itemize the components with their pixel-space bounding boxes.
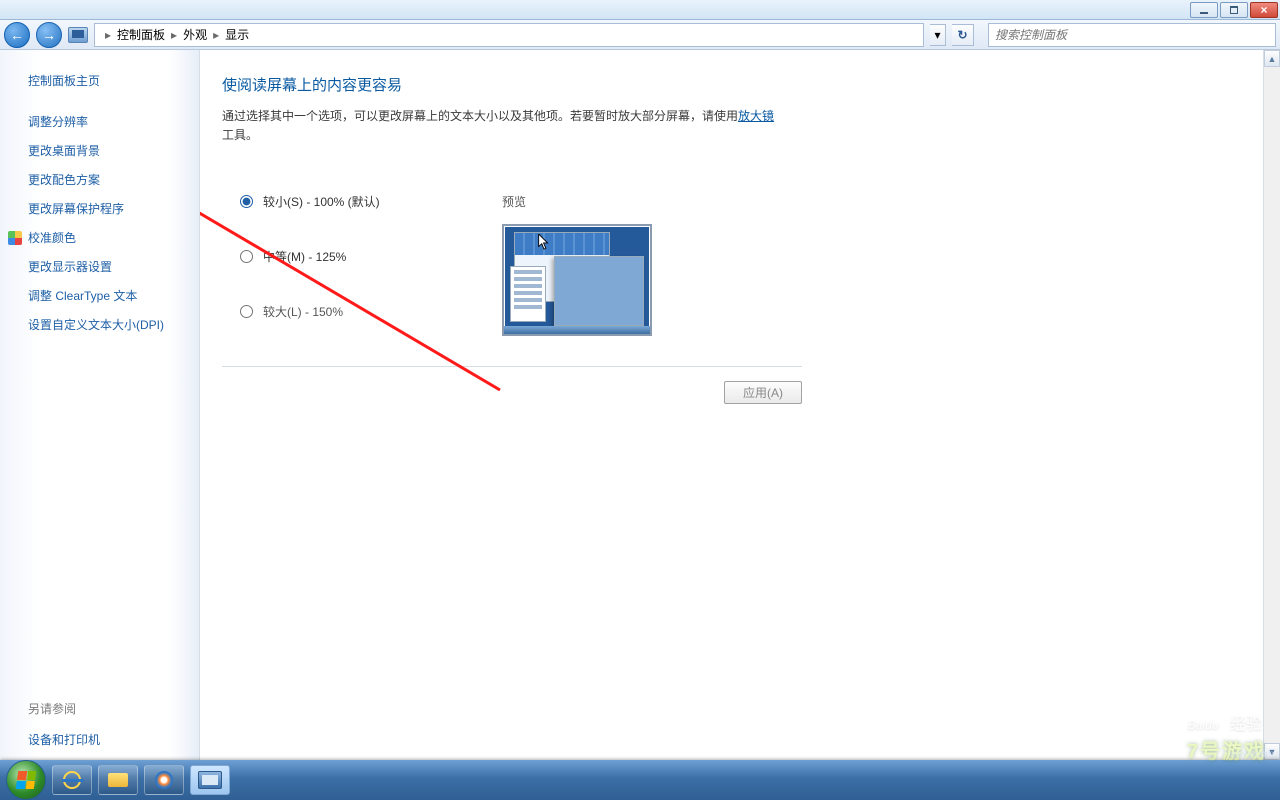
taskbar-ie-icon[interactable] — [52, 765, 92, 795]
preview-label: 预览 — [502, 193, 802, 210]
minimize-button[interactable] — [1190, 2, 1218, 18]
refresh-button[interactable]: ↻ — [952, 24, 974, 46]
close-button[interactable]: × — [1250, 2, 1278, 18]
breadcrumb-root[interactable]: 控制面板 — [117, 26, 165, 43]
vertical-scrollbar[interactable]: ▲ ▼ — [1263, 50, 1280, 760]
radio-medium[interactable]: 中等(M) - 125% — [240, 248, 478, 265]
radio-smaller-input[interactable] — [240, 195, 253, 208]
back-button[interactable]: ← — [4, 22, 30, 48]
sidebar-item-cleartype[interactable]: 调整 ClearType 文本 — [28, 287, 187, 304]
sidebar: 控制面板主页 调整分辨率 更改桌面背景 更改配色方案 更改屏幕保护程序 校准颜色… — [0, 50, 200, 760]
sidebar-item-calibrate-color[interactable]: 校准颜色 — [28, 229, 187, 246]
page-title: 使阅读屏幕上的内容更容易 — [222, 74, 1258, 95]
magnifier-link[interactable]: 放大镜 — [738, 109, 774, 123]
sidebar-item-custom-dpi[interactable]: 设置自定义文本大小(DPI) — [28, 316, 187, 333]
sidebar-item-screensaver[interactable]: 更改屏幕保护程序 — [28, 200, 187, 217]
radio-larger[interactable]: 较大(L) - 150% — [240, 303, 478, 320]
page-description: 通过选择其中一个选项，可以更改屏幕上的文本大小以及其他项。若要暂时放大部分屏幕，… — [222, 107, 782, 145]
main-content: 使阅读屏幕上的内容更容易 通过选择其中一个选项，可以更改屏幕上的文本大小以及其他… — [200, 50, 1280, 760]
taskbar — [0, 760, 1280, 800]
sidebar-item-color-scheme[interactable]: 更改配色方案 — [28, 171, 187, 188]
radio-medium-input[interactable] — [240, 250, 253, 263]
breadcrumb-l2[interactable]: 显示 — [225, 26, 249, 43]
breadcrumb-l1[interactable]: 外观 — [183, 26, 207, 43]
radio-larger-input[interactable] — [240, 305, 253, 318]
apply-button[interactable]: 应用(A) — [724, 381, 802, 404]
search-input[interactable] — [995, 28, 1269, 42]
radio-smaller[interactable]: 较小(S) - 100% (默认) — [240, 193, 478, 210]
sidebar-item-display-settings[interactable]: 更改显示器设置 — [28, 258, 187, 275]
taskbar-explorer-icon[interactable] — [98, 765, 138, 795]
start-button[interactable] — [6, 760, 46, 800]
sidebar-heading[interactable]: 控制面板主页 — [28, 72, 187, 89]
sidebar-item-resolution[interactable]: 调整分辨率 — [28, 113, 187, 130]
window-titlebar: × — [0, 0, 1280, 20]
taskbar-controlpanel-icon[interactable] — [190, 765, 230, 795]
shield-icon — [8, 231, 22, 245]
sidebar-seealso-devices[interactable]: 设备和打印机 — [28, 731, 187, 748]
preview-image — [502, 224, 652, 336]
maximize-button[interactable] — [1220, 2, 1248, 18]
computer-icon — [68, 27, 88, 43]
scroll-up-button[interactable]: ▲ — [1264, 50, 1280, 67]
nav-toolbar: ← → ▸ 控制面板 ▸ 外观 ▸ 显示 ▾ ↻ — [0, 20, 1280, 50]
sidebar-item-wallpaper[interactable]: 更改桌面背景 — [28, 142, 187, 159]
search-box[interactable] — [988, 23, 1276, 47]
taskbar-media-icon[interactable] — [144, 765, 184, 795]
forward-button[interactable]: → — [36, 22, 62, 48]
breadcrumb[interactable]: ▸ 控制面板 ▸ 外观 ▸ 显示 — [94, 23, 924, 47]
watermark-url: xiayx.com — [1230, 749, 1274, 760]
sidebar-seealso-label: 另请参阅 — [28, 700, 187, 717]
breadcrumb-dropdown[interactable]: ▾ — [930, 24, 946, 46]
